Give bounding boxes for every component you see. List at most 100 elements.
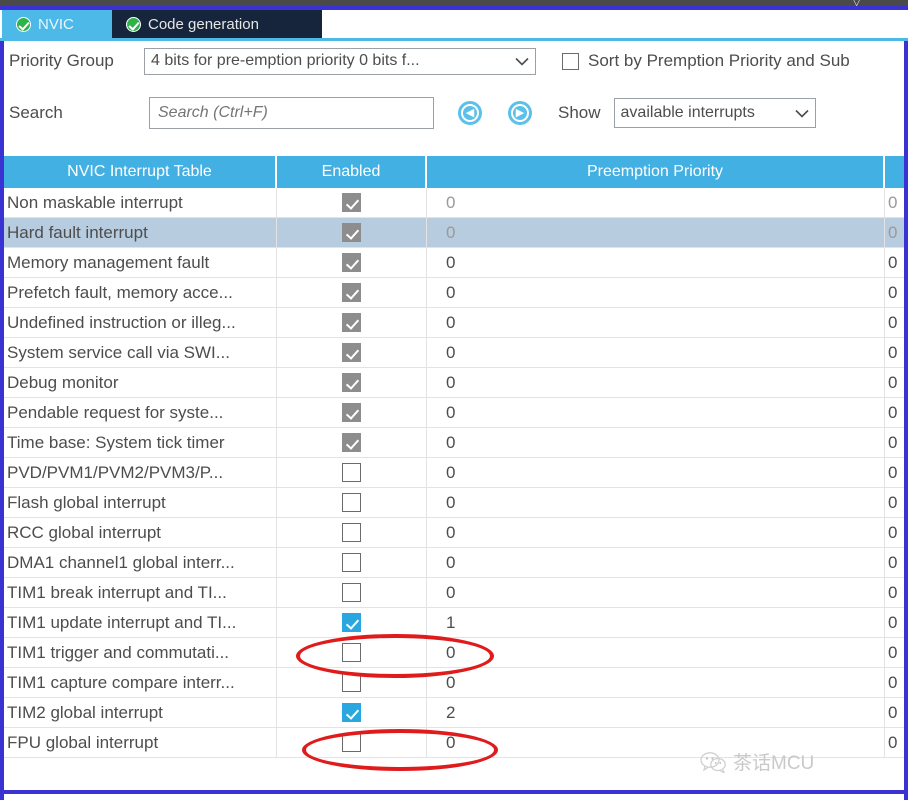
table-row[interactable]: Memory management fault 0 0 xyxy=(4,248,904,278)
preemption-priority-cell[interactable]: 0 xyxy=(427,368,885,397)
table-row[interactable]: FPU global interrupt 0 0 xyxy=(4,728,904,758)
checkbox-unchecked-icon[interactable] xyxy=(342,463,361,482)
preemption-priority-cell[interactable]: 0 xyxy=(427,428,885,457)
enabled-cell[interactable] xyxy=(277,518,427,547)
sort-by-preemption-option[interactable]: Sort by Premption Priority and Sub xyxy=(562,51,850,71)
enabled-cell[interactable] xyxy=(277,278,427,307)
preemption-priority-cell[interactable]: 0 xyxy=(427,188,885,217)
table-row[interactable]: TIM1 break interrupt and TI... 0 0 xyxy=(4,578,904,608)
column-header-preemption-priority[interactable]: Preemption Priority xyxy=(427,156,885,188)
preemption-priority-cell[interactable]: 0 xyxy=(427,488,885,517)
column-header-enabled[interactable]: Enabled xyxy=(277,156,427,188)
preemption-priority-cell[interactable]: 0 xyxy=(427,518,885,547)
preemption-priority-cell[interactable]: 0 xyxy=(427,728,885,757)
sub-priority-cell[interactable]: 0 xyxy=(885,698,904,727)
checkbox-checked-icon[interactable] xyxy=(342,703,361,722)
table-row[interactable]: Flash global interrupt 0 0 xyxy=(4,488,904,518)
table-row[interactable]: System service call via SWI... 0 0 xyxy=(4,338,904,368)
column-header-name[interactable]: NVIC Interrupt Table xyxy=(4,156,277,188)
preemption-priority-cell[interactable]: 0 xyxy=(427,578,885,607)
enabled-cell[interactable] xyxy=(277,188,427,217)
enabled-cell[interactable] xyxy=(277,638,427,667)
sub-priority-cell[interactable]: 0 xyxy=(885,458,904,487)
enabled-cell[interactable] xyxy=(277,308,427,337)
sub-priority-cell[interactable]: 0 xyxy=(885,728,904,757)
preemption-priority-cell[interactable]: 0 xyxy=(427,638,885,667)
tab-nvic[interactable]: NVIC xyxy=(2,10,112,38)
checkbox-unchecked-icon[interactable] xyxy=(342,673,361,692)
circle-right-arrow-icon[interactable]: ▶ xyxy=(508,101,532,125)
enabled-cell[interactable] xyxy=(277,368,427,397)
preemption-priority-cell[interactable]: 0 xyxy=(427,548,885,577)
checkbox-unchecked-icon[interactable] xyxy=(342,583,361,602)
table-row[interactable]: Prefetch fault, memory acce... 0 0 xyxy=(4,278,904,308)
preemption-priority-cell[interactable]: 0 xyxy=(427,668,885,697)
preemption-priority-cell[interactable]: 2 xyxy=(427,698,885,727)
sub-priority-cell[interactable]: 0 xyxy=(885,248,904,277)
sub-priority-cell[interactable]: 0 xyxy=(885,398,904,427)
checkbox-unchecked-icon[interactable] xyxy=(342,643,361,662)
sub-priority-cell[interactable]: 0 xyxy=(885,608,904,637)
interrupt-name-cell: DMA1 channel1 global interr... xyxy=(4,548,277,577)
checkbox-checked-icon[interactable] xyxy=(342,613,361,632)
table-row[interactable]: DMA1 channel1 global interr... 0 0 xyxy=(4,548,904,578)
table-row[interactable]: TIM2 global interrupt 2 0 xyxy=(4,698,904,728)
column-header-sub-priority[interactable] xyxy=(885,156,904,188)
checkbox-unchecked-icon[interactable] xyxy=(342,523,361,542)
enabled-cell[interactable] xyxy=(277,548,427,577)
sub-priority-cell[interactable]: 0 xyxy=(885,578,904,607)
table-row[interactable]: TIM1 trigger and commutati... 0 0 xyxy=(4,638,904,668)
enabled-cell[interactable] xyxy=(277,578,427,607)
sub-priority-cell[interactable]: 0 xyxy=(885,368,904,397)
sub-priority-cell[interactable]: 0 xyxy=(885,548,904,577)
preemption-priority-cell[interactable]: 0 xyxy=(427,248,885,277)
sub-priority-cell[interactable]: 0 xyxy=(885,218,904,247)
table-row[interactable]: Undefined instruction or illeg... 0 0 xyxy=(4,308,904,338)
preemption-priority-cell[interactable]: 0 xyxy=(427,218,885,247)
preemption-priority-cell[interactable]: 1 xyxy=(427,608,885,637)
sub-priority-cell[interactable]: 0 xyxy=(885,488,904,517)
enabled-cell[interactable] xyxy=(277,398,427,427)
table-row[interactable]: Time base: System tick timer 0 0 xyxy=(4,428,904,458)
sub-priority-cell[interactable]: 0 xyxy=(885,188,904,217)
show-filter-select[interactable]: available interrupts xyxy=(613,98,816,128)
table-row[interactable]: TIM1 capture compare interr... 0 0 xyxy=(4,668,904,698)
preemption-priority-cell[interactable]: 0 xyxy=(427,458,885,487)
enabled-cell[interactable] xyxy=(277,248,427,277)
preemption-priority-cell[interactable]: 0 xyxy=(427,338,885,367)
search-input[interactable] xyxy=(149,97,434,129)
enabled-cell[interactable] xyxy=(277,338,427,367)
sub-priority-cell[interactable]: 0 xyxy=(885,518,904,547)
checkbox-unchecked-icon[interactable] xyxy=(562,52,579,70)
priority-group-select[interactable]: 4 bits for pre-emption priority 0 bits f… xyxy=(144,47,536,75)
table-row[interactable]: Hard fault interrupt 0 0 xyxy=(4,218,904,248)
table-row[interactable]: Non maskable interrupt 0 0 xyxy=(4,188,904,218)
table-row[interactable]: Debug monitor 0 0 xyxy=(4,368,904,398)
checkbox-unchecked-icon[interactable] xyxy=(342,733,361,752)
enabled-cell[interactable] xyxy=(277,428,427,457)
table-row[interactable]: PVD/PVM1/PVM2/PVM3/P... 0 0 xyxy=(4,458,904,488)
sub-priority-cell[interactable]: 0 xyxy=(885,638,904,667)
table-row[interactable]: TIM1 update interrupt and TI... 1 0 xyxy=(4,608,904,638)
table-row[interactable]: Pendable request for syste... 0 0 xyxy=(4,398,904,428)
preemption-priority-cell[interactable]: 0 xyxy=(427,278,885,307)
enabled-cell[interactable] xyxy=(277,728,427,757)
table-row[interactable]: RCC global interrupt 0 0 xyxy=(4,518,904,548)
enabled-cell[interactable] xyxy=(277,698,427,727)
enabled-cell[interactable] xyxy=(277,608,427,637)
preemption-priority-cell[interactable]: 0 xyxy=(427,398,885,427)
sub-priority-cell[interactable]: 0 xyxy=(885,338,904,367)
checkbox-unchecked-icon[interactable] xyxy=(342,493,361,512)
sub-priority-cell[interactable]: 0 xyxy=(885,278,904,307)
tab-code-generation[interactable]: Code generation xyxy=(112,10,322,38)
sub-priority-cell[interactable]: 0 xyxy=(885,308,904,337)
enabled-cell[interactable] xyxy=(277,218,427,247)
preemption-priority-cell[interactable]: 0 xyxy=(427,308,885,337)
checkbox-unchecked-icon[interactable] xyxy=(342,553,361,572)
enabled-cell[interactable] xyxy=(277,488,427,517)
enabled-cell[interactable] xyxy=(277,458,427,487)
sub-priority-cell[interactable]: 0 xyxy=(885,428,904,457)
enabled-cell[interactable] xyxy=(277,668,427,697)
circle-left-arrow-icon[interactable]: ◀ xyxy=(458,101,482,125)
sub-priority-cell[interactable]: 0 xyxy=(885,668,904,697)
